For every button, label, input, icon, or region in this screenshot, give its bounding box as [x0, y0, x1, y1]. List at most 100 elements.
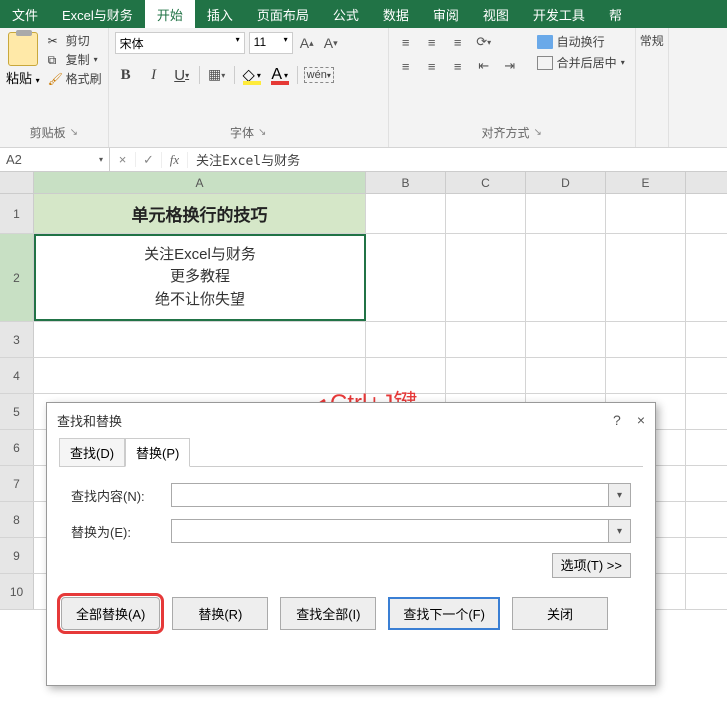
row-header-1[interactable]: 1: [0, 194, 34, 233]
close-dialog-button[interactable]: 关闭: [512, 597, 608, 630]
font-color-button[interactable]: A▾: [269, 64, 291, 86]
bold-button[interactable]: B: [115, 64, 137, 86]
font-group: 宋体▾ 11▾ A▴ A▾ B I U▾ ▦▾ ◇▾ A▾ wén▾ 字体 ↘: [109, 28, 389, 147]
cell-D1[interactable]: [526, 194, 606, 233]
dialog-launcher-icon[interactable]: ↘: [70, 127, 78, 138]
row-header-6[interactable]: 6: [0, 430, 34, 465]
tab-file[interactable]: 文件: [0, 0, 50, 28]
tab-excel-finance[interactable]: Excel与财务: [50, 0, 145, 28]
name-box[interactable]: A2▾: [0, 148, 110, 171]
enter-icon[interactable]: ✓: [136, 152, 162, 168]
replace-input[interactable]: [171, 519, 609, 543]
copy-button[interactable]: ⧉复制 ▾: [48, 51, 102, 68]
tab-replace[interactable]: 替换(P): [125, 438, 190, 467]
col-header-B[interactable]: B: [366, 172, 446, 193]
cell-B1[interactable]: [366, 194, 446, 233]
cut-button[interactable]: ✂剪切: [48, 32, 102, 49]
cell-E2[interactable]: [606, 234, 686, 321]
number-group: 常规: [636, 28, 669, 147]
row-header-4[interactable]: 4: [0, 358, 34, 393]
col-header-A[interactable]: A: [34, 172, 366, 193]
options-button[interactable]: 选项(T) >>: [552, 553, 631, 578]
align-left-button[interactable]: ≡: [395, 56, 417, 76]
font-name-select[interactable]: 宋体▾: [115, 32, 245, 54]
cell-A3[interactable]: [34, 322, 366, 357]
row-header-8[interactable]: 8: [0, 502, 34, 537]
cell-C2[interactable]: [446, 234, 526, 321]
find-input[interactable]: [171, 483, 609, 507]
cell-C1[interactable]: [446, 194, 526, 233]
format-painter-button[interactable]: 🖌格式刷: [48, 70, 102, 87]
underline-button[interactable]: U▾: [171, 64, 193, 86]
number-format-select[interactable]: 常规: [640, 32, 664, 49]
find-history-dropdown[interactable]: ▾: [609, 483, 631, 507]
brush-icon: 🖌: [48, 72, 62, 86]
replace-history-dropdown[interactable]: ▾: [609, 519, 631, 543]
col-header-D[interactable]: D: [526, 172, 606, 193]
tab-help[interactable]: 帮: [597, 0, 634, 28]
row-header-3[interactable]: 3: [0, 322, 34, 357]
clipboard-label: 剪贴板: [30, 124, 66, 141]
decrease-font-button[interactable]: A▾: [321, 32, 341, 54]
close-button[interactable]: ×: [637, 412, 645, 428]
phonetic-button[interactable]: wén▾: [304, 67, 334, 83]
row-header-10[interactable]: 10: [0, 574, 34, 609]
italic-button[interactable]: I: [143, 64, 165, 86]
cell-A2-line1: 关注Excel与财务: [144, 244, 256, 267]
replace-all-button[interactable]: 全部替换(A): [61, 597, 160, 630]
tab-find[interactable]: 查找(D): [59, 438, 125, 467]
cell-A2[interactable]: 关注Excel与财务 更多教程 绝不让你失望: [34, 234, 366, 321]
cancel-icon[interactable]: ×: [110, 152, 136, 167]
tab-developer[interactable]: 开发工具: [521, 0, 597, 28]
row-header-5[interactable]: 5: [0, 394, 34, 429]
cell-E1[interactable]: [606, 194, 686, 233]
font-size-select[interactable]: 11▾: [249, 32, 293, 54]
decrease-indent-button[interactable]: ⇤: [473, 56, 495, 76]
wrap-text-button[interactable]: 自动换行: [533, 32, 629, 51]
tab-page-layout[interactable]: 页面布局: [245, 0, 321, 28]
orientation-button[interactable]: ⟳▾: [473, 32, 495, 52]
find-label: 查找内容(N):: [71, 486, 171, 505]
find-next-button[interactable]: 查找下一个(F): [388, 597, 500, 630]
fx-button[interactable]: fx: [162, 152, 188, 168]
help-button[interactable]: ?: [613, 412, 621, 428]
wrap-icon: [537, 35, 553, 49]
increase-indent-button[interactable]: ⇥: [499, 56, 521, 76]
formula-input[interactable]: 关注Excel与财务: [188, 148, 727, 171]
select-all-corner[interactable]: [0, 172, 34, 193]
dialog-launcher-icon[interactable]: ↘: [258, 127, 266, 138]
scissors-icon: ✂: [48, 34, 62, 48]
col-header-C[interactable]: C: [446, 172, 526, 193]
paste-button[interactable]: 粘贴 ▾: [6, 68, 40, 87]
fill-color-button[interactable]: ◇▾: [241, 64, 263, 86]
row-header-7[interactable]: 7: [0, 466, 34, 501]
borders-button[interactable]: ▦▾: [206, 64, 228, 86]
align-middle-button[interactable]: ≡: [421, 32, 443, 52]
ribbon-tabs: 文件 Excel与财务 开始 插入 页面布局 公式 数据 审阅 视图 开发工具 …: [0, 0, 727, 28]
find-all-button[interactable]: 查找全部(I): [280, 597, 376, 630]
tab-formulas[interactable]: 公式: [321, 0, 371, 28]
align-center-button[interactable]: ≡: [421, 56, 443, 76]
row-header-9[interactable]: 9: [0, 538, 34, 573]
tab-insert[interactable]: 插入: [195, 0, 245, 28]
row-header-2[interactable]: 2: [0, 234, 34, 321]
col-header-E[interactable]: E: [606, 172, 686, 193]
alignment-group-label: 对齐方式: [481, 124, 529, 141]
increase-font-button[interactable]: A▴: [297, 32, 317, 54]
align-top-button[interactable]: ≡: [395, 32, 417, 52]
row-2: 2 关注Excel与财务 更多教程 绝不让你失望: [0, 234, 727, 322]
tab-review[interactable]: 审阅: [421, 0, 471, 28]
align-bottom-button[interactable]: ≡: [447, 32, 469, 52]
paste-icon[interactable]: [8, 32, 38, 66]
cell-B2[interactable]: [366, 234, 446, 321]
tab-home[interactable]: 开始: [145, 0, 195, 28]
cell-A1[interactable]: 单元格换行的技巧: [34, 194, 366, 233]
replace-button[interactable]: 替换(R): [172, 597, 268, 630]
dialog-launcher-icon[interactable]: ↘: [534, 127, 542, 138]
ribbon: 粘贴 ▾ ✂剪切 ⧉复制 ▾ 🖌格式刷 剪贴板 ↘ 宋体▾ 11▾ A▴ A▾ …: [0, 28, 727, 148]
tab-view[interactable]: 视图: [471, 0, 521, 28]
tab-data[interactable]: 数据: [371, 0, 421, 28]
cell-D2[interactable]: [526, 234, 606, 321]
align-right-button[interactable]: ≡: [447, 56, 469, 76]
merge-center-button[interactable]: 合并后居中 ▾: [533, 53, 629, 72]
